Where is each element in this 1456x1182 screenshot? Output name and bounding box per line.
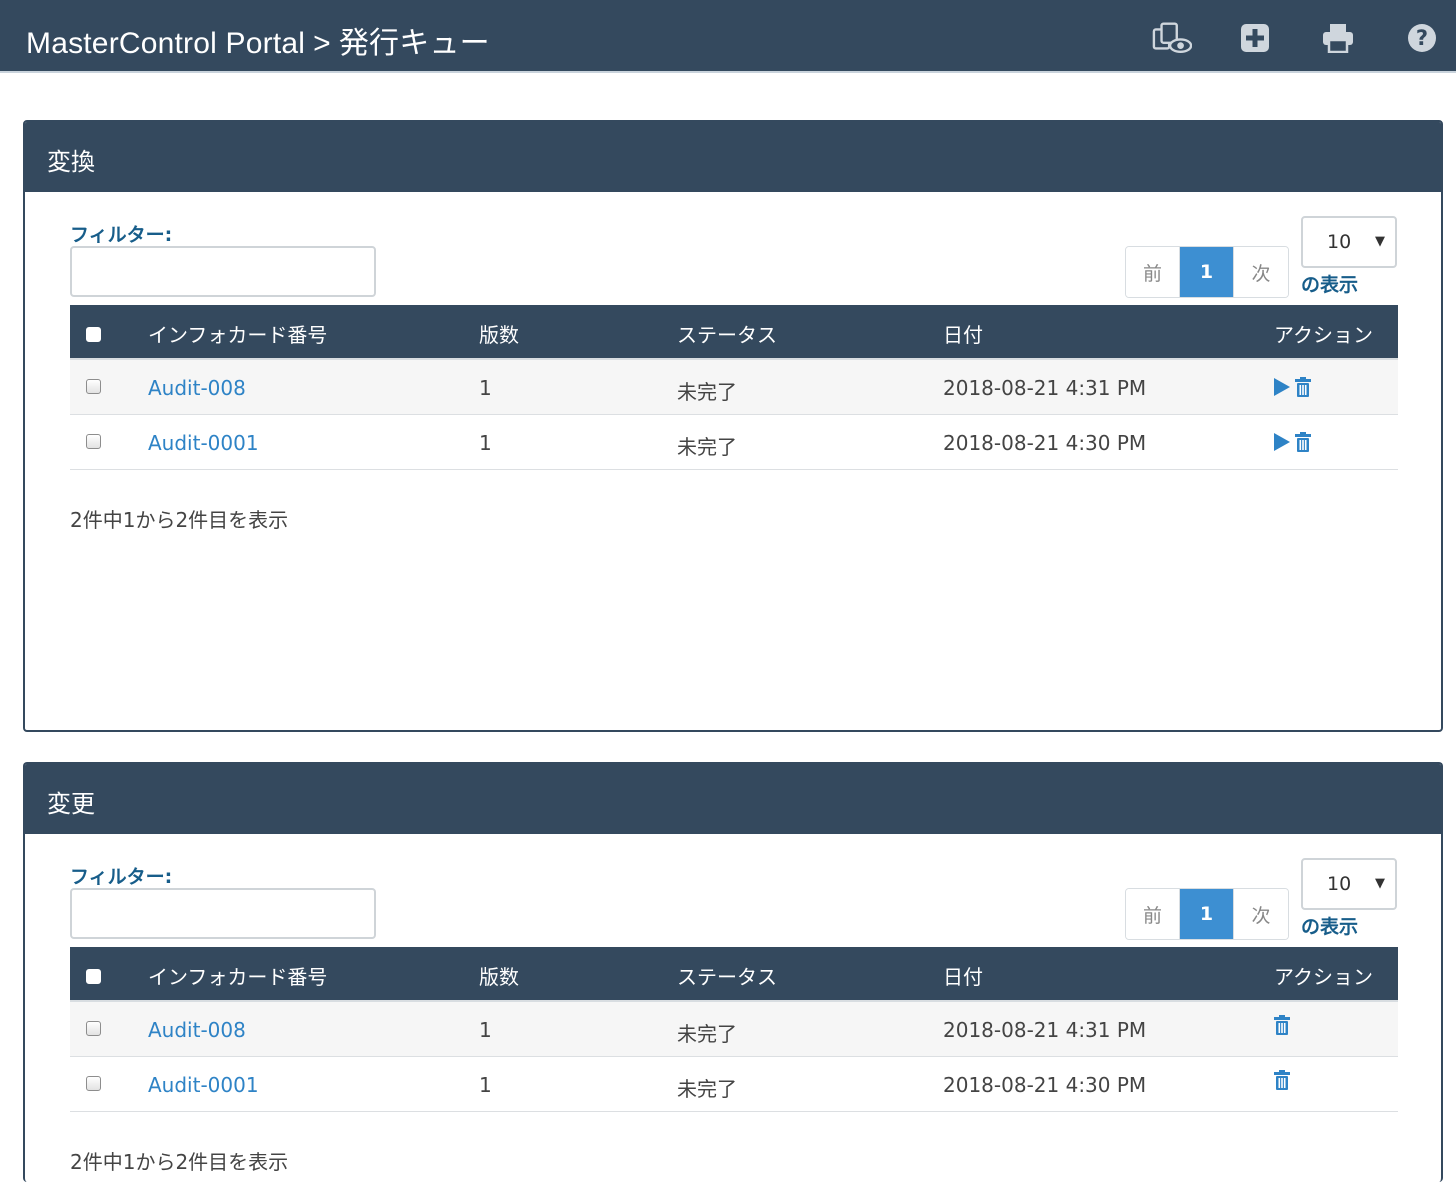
status-cell: 未完了 [677, 435, 737, 459]
panel-title: 変更 [25, 764, 1441, 834]
caret-down-icon: ▼ [1375, 234, 1385, 249]
row-actions [1273, 432, 1311, 452]
column-header[interactable]: インフォカード番号 [148, 319, 327, 348]
column-header[interactable]: 版数 [479, 319, 519, 348]
infocard-link[interactable]: Audit-008 [148, 1018, 246, 1042]
pager-page-button[interactable]: 1 [1180, 247, 1234, 297]
panel-title: 変換 [25, 122, 1441, 192]
queue-table: インフォカード番号 版数 ステータス 日付 アクション Audit-008 1 … [70, 305, 1398, 470]
column-header: アクション [1274, 323, 1373, 347]
pager-page-button[interactable]: 1 [1180, 889, 1234, 939]
page-length-label: の表示 [1301, 274, 1359, 296]
infocard-link[interactable]: Audit-008 [148, 376, 246, 400]
status-cell: 未完了 [677, 1077, 737, 1101]
change-panel: 変更 フィルター: 前 1 次 10 ▼ の表示 インフォカード番号 版数 ステ… [23, 762, 1443, 1182]
table-row: Audit-0001 1 未完了 2018-08-21 4:30 PM [70, 415, 1398, 470]
table-row: Audit-0001 1 未完了 2018-08-21 4:30 PM [70, 1057, 1398, 1112]
filter-input[interactable] [70, 246, 376, 297]
version-cell: 1 [479, 376, 492, 400]
row-actions [1274, 1070, 1290, 1090]
pager-next-button[interactable]: 次 [1234, 889, 1288, 939]
table-row: Audit-008 1 未完了 2018-08-21 4:31 PM [70, 1002, 1398, 1057]
page-length-select[interactable]: 10 ▼ [1301, 858, 1397, 910]
page-length-label: の表示 [1301, 916, 1359, 938]
row-checkbox[interactable] [86, 1076, 101, 1091]
trash-icon[interactable] [1295, 377, 1311, 397]
row-checkbox[interactable] [86, 434, 101, 449]
date-cell: 2018-08-21 4:30 PM [943, 431, 1147, 455]
table-info: 2件中1から2件目を表示 [70, 508, 289, 532]
row-checkbox[interactable] [86, 379, 101, 394]
version-cell: 1 [479, 1018, 492, 1042]
infocard-link[interactable]: Audit-0001 [148, 431, 259, 455]
select-all-checkbox[interactable] [86, 327, 101, 342]
trash-icon[interactable] [1274, 1015, 1290, 1035]
version-cell: 1 [479, 431, 492, 455]
svg-text:?: ? [1416, 26, 1428, 50]
page-length-value: 10 [1327, 231, 1352, 253]
column-header[interactable]: 版数 [479, 961, 519, 990]
pagination: 前 1 次 [1125, 246, 1289, 298]
status-cell: 未完了 [677, 380, 737, 404]
table-header: インフォカード番号 版数 ステータス 日付 アクション [70, 305, 1398, 360]
filter-input[interactable] [70, 888, 376, 939]
trash-icon[interactable] [1274, 1070, 1290, 1090]
trash-icon[interactable] [1295, 432, 1311, 452]
breadcrumb-separator: > [313, 27, 331, 60]
queue-table: インフォカード番号 版数 ステータス 日付 アクション Audit-008 1 … [70, 947, 1398, 1112]
caret-down-icon: ▼ [1375, 876, 1385, 891]
pager-next-button[interactable]: 次 [1234, 247, 1288, 297]
version-cell: 1 [479, 1073, 492, 1097]
pager-prev-button[interactable]: 前 [1126, 889, 1180, 939]
pager-prev-button[interactable]: 前 [1126, 247, 1180, 297]
date-cell: 2018-08-21 4:30 PM [943, 1073, 1147, 1097]
date-cell: 2018-08-21 4:31 PM [943, 376, 1147, 400]
column-header[interactable]: 日付 [943, 319, 983, 348]
filter-label: フィルター: [70, 224, 173, 246]
play-icon[interactable] [1273, 377, 1291, 397]
page-length-select[interactable]: 10 ▼ [1301, 216, 1397, 268]
breadcrumb-current: 発行キュー [338, 27, 490, 60]
breadcrumb-app[interactable]: MasterControl Portal [26, 27, 305, 60]
status-cell: 未完了 [677, 1022, 737, 1046]
column-header[interactable]: ステータス [677, 961, 777, 990]
table-row: Audit-008 1 未完了 2018-08-21 4:31 PM [70, 360, 1398, 415]
print-icon[interactable] [1318, 18, 1358, 58]
play-icon[interactable] [1273, 432, 1291, 452]
top-bar: MasterControl Portal > 発行キュー ? [0, 0, 1456, 73]
preview-icon[interactable] [1152, 18, 1192, 58]
row-actions [1273, 377, 1311, 397]
column-header[interactable]: ステータス [677, 319, 777, 348]
row-actions [1274, 1015, 1290, 1035]
page-title: MasterControl Portal > 発行キュー [26, 18, 490, 62]
select-all-checkbox[interactable] [86, 969, 101, 984]
help-icon[interactable]: ? [1402, 18, 1442, 58]
column-header: アクション [1274, 965, 1373, 989]
infocard-link[interactable]: Audit-0001 [148, 1073, 259, 1097]
page-length-value: 10 [1327, 873, 1352, 895]
column-header[interactable]: 日付 [943, 961, 983, 990]
table-info: 2件中1から2件目を表示 [70, 1150, 289, 1174]
date-cell: 2018-08-21 4:31 PM [943, 1018, 1147, 1042]
conversion-panel: 変換 フィルター: 前 1 次 10 ▼ の表示 インフォカード番号 版数 ステ… [23, 120, 1443, 732]
plus-square-icon[interactable] [1235, 18, 1275, 58]
row-checkbox[interactable] [86, 1021, 101, 1036]
column-header[interactable]: インフォカード番号 [148, 961, 327, 990]
filter-label: フィルター: [70, 866, 173, 888]
pagination: 前 1 次 [1125, 888, 1289, 940]
table-header: インフォカード番号 版数 ステータス 日付 アクション [70, 947, 1398, 1002]
